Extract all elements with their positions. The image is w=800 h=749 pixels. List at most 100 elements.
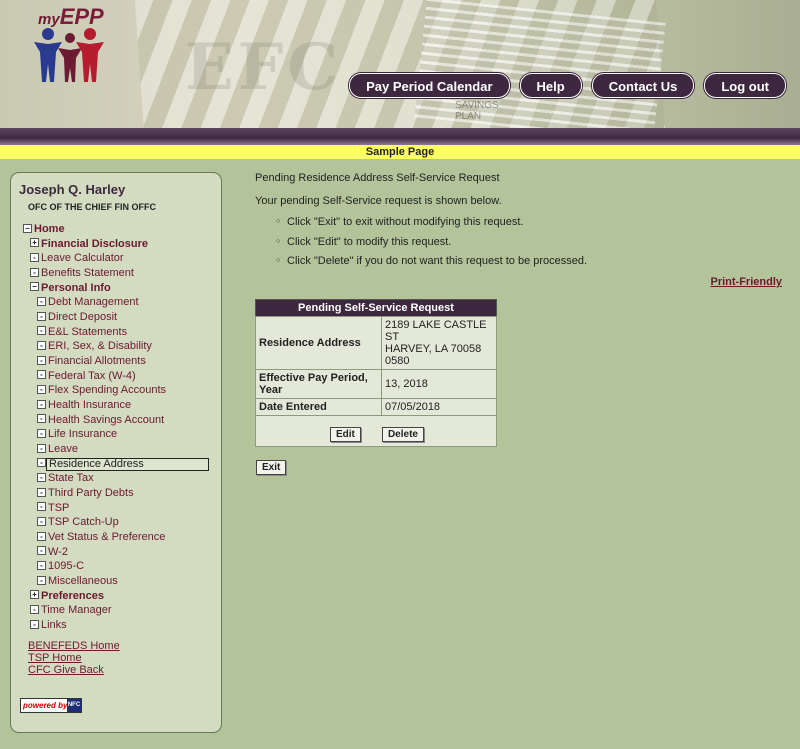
- collapse-icon[interactable]: −: [23, 223, 32, 233]
- instruction-exit: Click "Exit" to exit without modifying t…: [276, 216, 523, 228]
- print-friendly-link[interactable]: Print-Friendly: [710, 276, 782, 288]
- intro-text: Your pending Self-Service request is sho…: [255, 195, 502, 207]
- collapse-icon[interactable]: -: [37, 443, 46, 453]
- collapse-icon[interactable]: -: [37, 531, 46, 541]
- collapse-icon[interactable]: -: [37, 546, 46, 556]
- table-row: Residence Address 2189 LAKE CASTLE ST HA…: [255, 316, 497, 370]
- delete-button[interactable]: Delete: [381, 426, 424, 442]
- sidebar-item-miscellaneous[interactable]: - Miscellaneous: [37, 574, 118, 588]
- sidebar-item-preferences[interactable]: + Preferences: [30, 589, 104, 603]
- contact-us-button[interactable]: Contact Us: [591, 73, 695, 98]
- sidebar-item-label: Vet Status & Preference: [48, 531, 166, 544]
- sidebar-item-home[interactable]: − Home: [23, 222, 65, 236]
- sidebar-item-leave-calculator[interactable]: - Leave Calculator: [30, 251, 124, 265]
- exit-button[interactable]: Exit: [256, 460, 287, 475]
- sidebar-item-label: TSP: [48, 501, 70, 514]
- log-out-button[interactable]: Log out: [704, 73, 786, 98]
- sidebar-item-direct-deposit[interactable]: - Direct Deposit: [37, 310, 117, 324]
- sidebar-item-benefits-statement[interactable]: - Benefits Statement: [30, 266, 134, 280]
- edit-button[interactable]: Edit: [330, 426, 361, 442]
- collapse-icon[interactable]: -: [37, 575, 46, 585]
- tsp-home-link[interactable]: TSP Home: [28, 652, 82, 664]
- expand-icon[interactable]: +: [30, 238, 39, 248]
- sidebar-item-third-party-debts[interactable]: - Third Party Debts: [37, 486, 134, 500]
- myepp-logo[interactable]: myEPP: [28, 2, 138, 92]
- sidebar-item-label: State Tax: [48, 472, 94, 485]
- collapse-icon[interactable]: -: [37, 502, 46, 512]
- residence-address-label: Residence Address: [255, 316, 382, 370]
- collapse-icon[interactable]: -: [37, 458, 46, 468]
- sidebar-item-label: Federal Tax (W-4): [48, 369, 136, 382]
- collapse-icon[interactable]: -: [37, 487, 46, 497]
- powered-by-nfc-badge[interactable]: powered by NFC: [20, 698, 82, 713]
- cfc-give-back-link[interactable]: CFC Give Back: [28, 664, 104, 676]
- collapse-icon[interactable]: -: [37, 516, 46, 526]
- help-button[interactable]: Help: [519, 73, 582, 98]
- sidebar-item-label: Preferences: [41, 589, 104, 602]
- sidebar-item-label: Time Manager: [41, 604, 112, 617]
- user-name: Joseph Q. Harley: [19, 182, 126, 197]
- sidebar-item-financial-allotments[interactable]: - Financial Allotments: [37, 354, 146, 368]
- collapse-icon[interactable]: -: [37, 414, 46, 424]
- sidebar-item-state-tax[interactable]: - State Tax: [37, 471, 94, 485]
- sidebar-item-links[interactable]: - Links: [30, 618, 67, 632]
- sidebar-item-personal-info[interactable]: − Personal Info: [30, 281, 111, 295]
- collapse-icon[interactable]: -: [37, 355, 46, 365]
- sidebar-item-label: Benefits Statement: [41, 267, 134, 279]
- sidebar-item-eri-sex-disability[interactable]: - ERI, Sex, & Disability: [37, 339, 152, 353]
- header-savings-plan-text: SAVINGS PLAN: [455, 100, 499, 122]
- sidebar-item-health-insurance[interactable]: - Health Insurance: [37, 398, 131, 412]
- sidebar-item-residence-address[interactable]: - Residence Address: [37, 457, 209, 471]
- address-line-2: HARVEY, LA 70058 0580: [385, 343, 482, 367]
- collapse-icon[interactable]: -: [30, 267, 39, 277]
- collapse-icon[interactable]: -: [37, 399, 46, 409]
- sidebar-item-label: Links: [41, 619, 67, 632]
- collapse-icon[interactable]: -: [37, 384, 46, 394]
- sidebar-item-time-manager[interactable]: - Time Manager: [30, 603, 112, 617]
- collapse-icon[interactable]: -: [37, 296, 46, 306]
- collapse-icon[interactable]: -: [37, 340, 46, 350]
- sidebar-item-e-l-statements[interactable]: - E&L Statements: [37, 325, 127, 339]
- collapse-icon[interactable]: -: [37, 311, 46, 321]
- header-background-text: EFC: [185, 30, 343, 105]
- residence-address-value: 2189 LAKE CASTLE ST HARVEY, LA 70058 058…: [381, 316, 497, 370]
- sidebar-item-w-2[interactable]: - W-2: [37, 545, 68, 559]
- collapse-icon[interactable]: -: [30, 605, 39, 614]
- nfc-logo: NFC: [67, 699, 81, 712]
- table-row: Date Entered 07/05/2018: [255, 398, 497, 416]
- sidebar-item-1095-c[interactable]: -1095-C: [37, 559, 84, 573]
- collapse-icon[interactable]: -: [30, 619, 39, 629]
- sidebar-item-federal-tax-w-4[interactable]: - Federal Tax (W-4): [37, 369, 136, 383]
- collapse-icon[interactable]: -: [37, 472, 46, 482]
- top-nav: Pay Period Calendar Help Contact Us Log …: [349, 73, 786, 98]
- header-divider: [0, 128, 800, 145]
- collapse-icon[interactable]: -: [37, 370, 46, 380]
- sidebar-item-label: Health Insurance: [48, 399, 132, 412]
- collapse-icon[interactable]: -: [37, 326, 46, 336]
- sidebar: Joseph Q. Harley OFC OF THE CHIEF FIN OF…: [10, 172, 222, 733]
- table-actions-row: Edit Delete: [255, 415, 497, 447]
- collapse-icon[interactable]: -: [30, 252, 39, 262]
- date-entered-label: Date Entered: [255, 398, 382, 416]
- benefeds-home-link[interactable]: BENEFEDS Home: [28, 640, 120, 652]
- sidebar-item-leave[interactable]: - Leave: [37, 442, 78, 456]
- pending-request-table: Pending Self-Service Request Residence A…: [255, 299, 497, 447]
- expand-icon[interactable]: +: [30, 590, 39, 600]
- user-organization: OFC OF THE CHIEF FIN OFFC: [28, 202, 156, 212]
- sidebar-item-vet-status-preference[interactable]: - Vet Status & Preference: [37, 530, 165, 544]
- collapse-icon[interactable]: −: [30, 282, 39, 292]
- collapse-icon[interactable]: -: [37, 561, 46, 570]
- sidebar-item-tsp-catch-up[interactable]: - TSP Catch-Up: [37, 515, 119, 529]
- sidebar-item-label: Life Insurance: [48, 428, 118, 441]
- sidebar-item-label: Miscellaneous: [48, 575, 118, 588]
- pay-period-calendar-button[interactable]: Pay Period Calendar: [349, 73, 510, 98]
- sidebar-item-debt-management[interactable]: - Debt Management: [37, 295, 139, 309]
- powered-by-text: powered by: [23, 701, 68, 710]
- sidebar-item-health-savings-account[interactable]: - Health Savings Account: [37, 413, 164, 427]
- sidebar-item-financial-disclosure[interactable]: + Financial Disclosure: [30, 237, 148, 251]
- effective-pay-period-value: 13, 2018: [381, 369, 497, 399]
- sidebar-item-flex-spending-accounts[interactable]: - Flex Spending Accounts: [37, 383, 166, 397]
- sidebar-item-tsp[interactable]: - TSP: [37, 501, 69, 515]
- collapse-icon[interactable]: -: [37, 428, 46, 438]
- sidebar-item-life-insurance[interactable]: - Life Insurance: [37, 427, 117, 441]
